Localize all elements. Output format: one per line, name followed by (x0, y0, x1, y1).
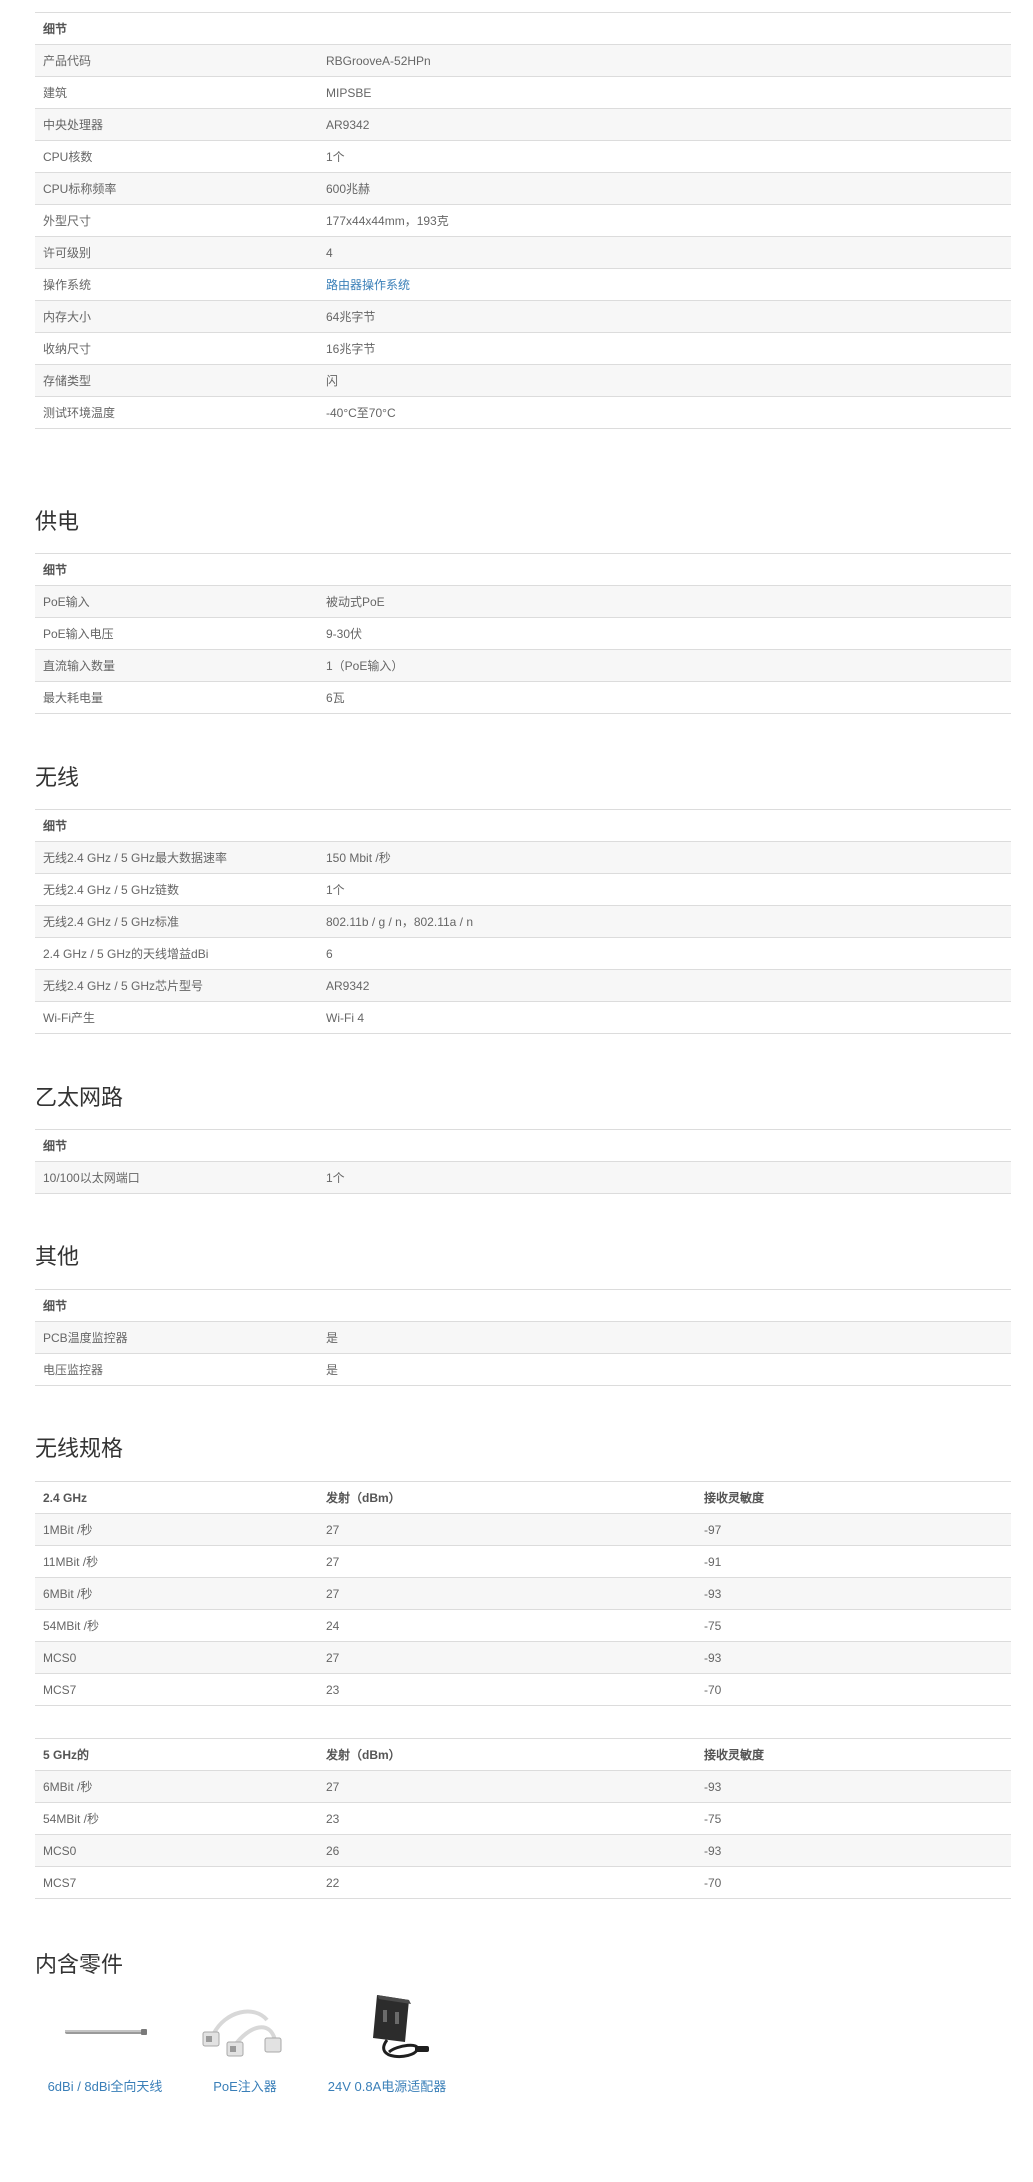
table-row: 产品代码 RBGrooveA-52HPn (35, 44, 1011, 77)
wireless-specs-24-section: 2.4 GHz 发射（dBm） 接收灵敏度 1MBit /秒 27 -97 11MB… (35, 1481, 1011, 1706)
general-spec-section: 细节 产品代码 RBGrooveA-52HPn 建筑 MIPSBE 中央处理器 AR9… (35, 12, 1011, 429)
table-row: PCB温度监控器是 (35, 1321, 1011, 1354)
part-antenna[interactable]: 6dBi / 8dBi全向天线 (45, 1990, 165, 2095)
wireless-title: 无线 (35, 766, 80, 791)
table-row: 6MBit /秒 27 -93 (35, 1577, 1011, 1610)
rx-header: 接收灵敏度 (696, 1481, 1011, 1514)
table-row: 11MBit /秒 27 -91 (35, 1545, 1011, 1578)
table-row: Wi-Fi产生 Wi-Fi 4 (35, 1001, 1011, 1034)
table-row: 中央处理器 AR9342 (35, 108, 1011, 141)
table-row: MCS0 26 -93 (35, 1834, 1011, 1867)
table-row: PoE输入 被动式PoE (35, 585, 1011, 618)
wireless-table: 细节 无线2.4 GHz / 5 GHz最大数据速率 150 Mbit /秒 无线… (35, 809, 1011, 1034)
ethernet-section: 细节 10/100以太网端口 1个 (35, 1129, 1011, 1194)
table-row: PoE输入电压 9-30伏 (35, 617, 1011, 650)
part-power-adapter[interactable]: 24V 0.8A电源适配器 (317, 1990, 457, 2095)
ethernet-table: 细节 10/100以太网端口 1个 (35, 1129, 1011, 1194)
other-section: 细节 PCB温度监控器是 电压监控器是 (35, 1289, 1011, 1386)
table-row: 10/100以太网端口 1个 (35, 1161, 1011, 1194)
table-row: 无线2.4 GHz / 5 GHz标准 802.11b / g / n，802.1… (35, 905, 1011, 938)
other-table: 细节 PCB温度监控器是 电压监控器是 (35, 1289, 1011, 1386)
band-header: 5 GHz的 (35, 1738, 318, 1771)
part-label[interactable]: 6dBi / 8dBi全向天线 (45, 2076, 165, 2095)
details-header: 细节 (35, 1129, 318, 1162)
tx-header: 发射（dBm） (318, 1738, 696, 1771)
part-label[interactable]: 24V 0.8A电源适配器 (317, 2076, 457, 2095)
table-row: 操作系统 路由器操作系统 (35, 268, 1011, 301)
details-header: 细节 (35, 553, 318, 586)
details-header: 细节 (35, 1289, 318, 1322)
included-parts-title: 内含零件 (35, 1953, 124, 1978)
wireless-specs-title: 无线规格 (35, 1437, 124, 1462)
part-label[interactable]: PoE注入器 (195, 2076, 295, 2095)
table-row: 1MBit /秒 27 -97 (35, 1513, 1011, 1546)
details-header: 细节 (35, 12, 318, 45)
tx-header: 发射（dBm） (318, 1481, 696, 1514)
table-row: 许可级别 4 (35, 236, 1011, 269)
wireless-specs-5-table: 5 GHz的 发射（dBm） 接收灵敏度 6MBit /秒 27 -93 54MBi… (35, 1738, 1011, 1899)
power-adapter-icon (317, 1990, 457, 2070)
table-row: 测试环境温度 -40°C至70°C (35, 396, 1011, 429)
table-row: 收纳尺寸 16兆字节 (35, 332, 1011, 365)
ethernet-title: 乙太网路 (35, 1086, 124, 1111)
table-row: 无线2.4 GHz / 5 GHz芯片型号 AR9342 (35, 969, 1011, 1002)
table-row: 外型尺寸 177x44x44mm，193克 (35, 204, 1011, 237)
included-parts-list: 6dBi / 8dBi全向天线 PoE注入器 24V 0.8A电源适配器 (35, 1990, 1011, 2110)
table-row: 无线2.4 GHz / 5 GHz最大数据速率 150 Mbit /秒 (35, 841, 1011, 874)
table-row: MCS0 27 -93 (35, 1641, 1011, 1674)
part-poe-injector[interactable]: PoE注入器 (195, 1990, 295, 2095)
table-row: 最大耗电量 6瓦 (35, 681, 1011, 714)
table-row: CPU核数 1个 (35, 140, 1011, 173)
table-row: 无线2.4 GHz / 5 GHz链数 1个 (35, 873, 1011, 906)
table-row: 6MBit /秒 27 -93 (35, 1770, 1011, 1803)
details-header: 细节 (35, 809, 318, 842)
power-section: 细节 PoE输入 被动式PoE PoE输入电压 9-30伏 直流输入数量 1（PoE输… (35, 553, 1011, 714)
power-title: 供电 (35, 510, 80, 535)
wireless-specs-5-section: 5 GHz的 发射（dBm） 接收灵敏度 6MBit /秒 27 -93 54MBi… (35, 1738, 1011, 1899)
os-link[interactable]: 路由器操作系统 (326, 278, 410, 292)
table-row: CPU标称频率 600兆赫 (35, 172, 1011, 205)
table-row: 直流输入数量 1（PoE输入） (35, 649, 1011, 682)
table-row: MCS7 23 -70 (35, 1673, 1011, 1706)
table-row: 54MBit /秒 24 -75 (35, 1609, 1011, 1642)
wireless-specs-24-table: 2.4 GHz 发射（dBm） 接收灵敏度 1MBit /秒 27 -97 11MB… (35, 1481, 1011, 1706)
table-row: 2.4 GHz / 5 GHz的天线增益dBi 6 (35, 937, 1011, 970)
antenna-icon (45, 1990, 165, 2070)
wireless-section: 细节 无线2.4 GHz / 5 GHz最大数据速率 150 Mbit /秒 无线… (35, 809, 1011, 1034)
table-row: 内存大小 64兆字节 (35, 300, 1011, 333)
table-row: 存储类型闪 (35, 364, 1011, 397)
table-row: 54MBit /秒 23 -75 (35, 1802, 1011, 1835)
table-row: 建筑 MIPSBE (35, 76, 1011, 109)
rx-header: 接收灵敏度 (696, 1738, 1011, 1771)
table-row: 电压监控器是 (35, 1353, 1011, 1386)
table-row: MCS7 22 -70 (35, 1866, 1011, 1899)
poe-injector-icon (195, 1990, 295, 2070)
other-title: 其他 (35, 1245, 80, 1270)
power-table: 细节 PoE输入 被动式PoE PoE输入电压 9-30伏 直流输入数量 1（PoE输… (35, 553, 1011, 714)
general-spec-table: 细节 产品代码 RBGrooveA-52HPn 建筑 MIPSBE 中央处理器 AR9… (35, 12, 1011, 429)
band-header: 2.4 GHz (35, 1481, 318, 1514)
